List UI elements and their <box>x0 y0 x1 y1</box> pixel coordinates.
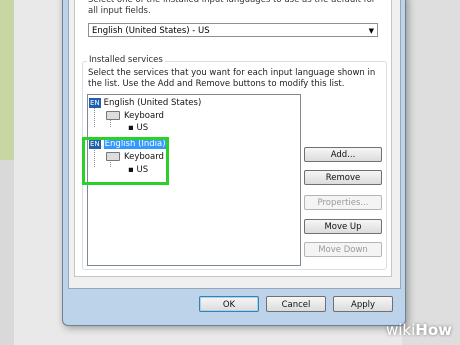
watermark-part2: How <box>415 321 452 339</box>
properties-button[interactable]: Properties... <box>304 195 382 210</box>
apply-button[interactable]: Apply <box>333 296 393 312</box>
default-language-value: English (United States) - US <box>92 26 210 36</box>
background-left-grey <box>0 160 14 345</box>
background-left-green <box>0 0 14 160</box>
installed-services-description: Select the services that you want for ea… <box>88 68 376 89</box>
background-right <box>402 0 460 345</box>
tree-item-layout-us[interactable]: ▪ US <box>128 123 148 133</box>
cancel-button[interactable]: Cancel <box>266 296 326 312</box>
language-badge: EN <box>89 98 101 108</box>
add-button[interactable]: Add... <box>304 147 382 162</box>
remove-button[interactable]: Remove <box>304 170 382 185</box>
tree-connector <box>94 107 95 127</box>
keyboard-icon <box>106 111 120 120</box>
installed-services-label: Installed services <box>87 55 165 65</box>
chevron-down-icon[interactable]: ▼ <box>369 24 374 38</box>
tree-item-label: English (United States) <box>103 98 202 108</box>
ok-button[interactable]: OK <box>199 296 259 312</box>
tree-item-label: Keyboard <box>124 111 164 121</box>
tree-item-english-us[interactable]: EN English (United States) <box>89 98 201 108</box>
highlight-box <box>82 137 169 185</box>
move-down-button[interactable]: Move Down <box>304 242 382 257</box>
default-language-select[interactable]: English (United States) - US ▼ <box>88 23 378 37</box>
move-up-button[interactable]: Move Up <box>304 219 382 234</box>
tree-item-label: US <box>136 123 149 133</box>
tree-item-keyboard-us[interactable]: Keyboard <box>106 111 164 121</box>
watermark-part1: wiki <box>385 321 416 339</box>
default-language-description: Select one of the installed input langua… <box>88 0 376 16</box>
wikihow-watermark: wikiHow <box>386 321 452 339</box>
